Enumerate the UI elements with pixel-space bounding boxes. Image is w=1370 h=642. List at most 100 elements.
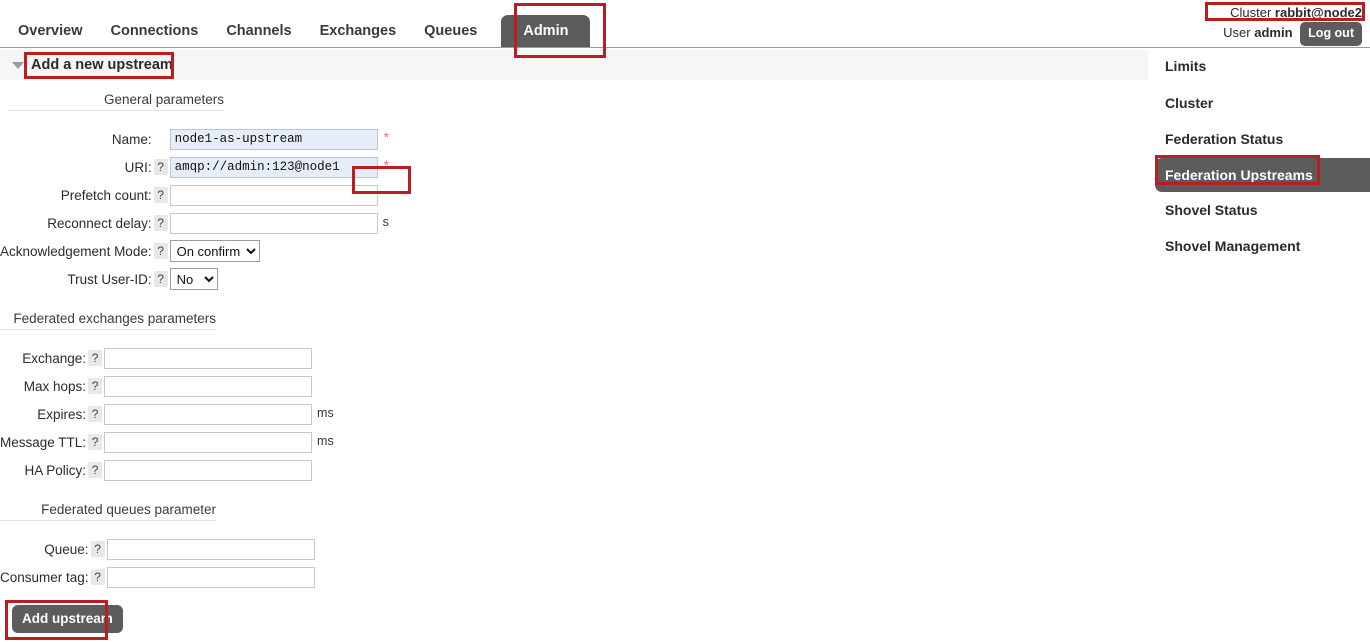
triangle-down-icon[interactable] bbox=[12, 62, 24, 69]
field-label: Name: bbox=[0, 125, 152, 153]
cluster-label: Cluster bbox=[1230, 5, 1271, 20]
required-asterisk-icon: * bbox=[378, 157, 389, 173]
nav-tab-queues[interactable]: Queues bbox=[410, 23, 491, 48]
nav-tab-connections[interactable]: Connections bbox=[97, 23, 213, 48]
help-question-icon[interactable]: ? bbox=[91, 541, 105, 557]
main-navigation: OverviewConnectionsChannelsExchangesQueu… bbox=[0, 0, 1150, 48]
field-cell bbox=[170, 181, 389, 209]
form-row: Max hops:? bbox=[0, 372, 334, 400]
field-label: Prefetch count: bbox=[0, 181, 152, 209]
field-cell: * bbox=[170, 153, 389, 181]
select-acknowledgement-mode[interactable]: On confirmOn publishNo ack bbox=[170, 240, 260, 262]
nav-divider bbox=[0, 47, 1150, 48]
input-consumer-tag[interactable] bbox=[107, 567, 315, 588]
section-title[interactable]: Add a new upstream bbox=[31, 57, 173, 73]
help-question-icon[interactable]: ? bbox=[88, 406, 102, 422]
user-info-block: Cluster rabbit@node2 User admin Log out bbox=[1223, 3, 1362, 46]
nav-tab-exchanges[interactable]: Exchanges bbox=[306, 23, 411, 48]
upstream-form: General parameters Name:*URI:?*Prefetch … bbox=[0, 92, 1148, 633]
input-message-ttl[interactable] bbox=[104, 432, 312, 453]
help-cell: ? bbox=[86, 456, 104, 484]
general-parameters-heading: General parameters bbox=[8, 92, 224, 111]
input-name[interactable] bbox=[170, 129, 378, 150]
field-label: Exchange: bbox=[0, 344, 86, 372]
nav-tab-admin[interactable]: Admin bbox=[501, 15, 590, 48]
field-label: Acknowledgement Mode: bbox=[0, 237, 152, 265]
help-question-icon[interactable]: ? bbox=[88, 350, 102, 366]
help-question-icon[interactable]: ? bbox=[88, 378, 102, 394]
sidebar-item-federation-status[interactable]: Federation Status bbox=[1150, 121, 1370, 158]
form-row: Name:* bbox=[0, 125, 389, 153]
form-row: Queue:? bbox=[0, 535, 315, 563]
sidebar-item-shovel-management[interactable]: Shovel Management bbox=[1150, 228, 1370, 265]
federated-exchanges-table: Exchange:?Max hops:?Expires:?msMessage T… bbox=[0, 344, 334, 484]
help-cell: ? bbox=[89, 535, 107, 563]
field-cell bbox=[107, 563, 315, 591]
help-question-icon[interactable]: ? bbox=[88, 434, 102, 450]
form-row: HA Policy:? bbox=[0, 456, 334, 484]
add-upstream-button[interactable]: Add upstream bbox=[12, 605, 123, 633]
add-upstream-section-header[interactable]: Add a new upstream bbox=[0, 50, 1148, 80]
help-cell: ? bbox=[86, 372, 104, 400]
page-root: OverviewConnectionsChannelsExchangesQueu… bbox=[0, 0, 1370, 642]
sidebar-item-cluster[interactable]: Cluster bbox=[1150, 85, 1370, 122]
form-row: Message TTL:?ms bbox=[0, 428, 334, 456]
nav-tab-overview[interactable]: Overview bbox=[0, 23, 97, 48]
nav-tab-channels[interactable]: Channels bbox=[212, 23, 305, 48]
help-cell: ? bbox=[86, 400, 104, 428]
form-row: Acknowledgement Mode:?On confirmOn publi… bbox=[0, 237, 389, 265]
help-cell: ? bbox=[152, 265, 170, 293]
field-label: Queue: bbox=[0, 535, 89, 563]
field-cell: ms bbox=[104, 428, 334, 456]
input-prefetch-count[interactable] bbox=[170, 185, 378, 206]
field-cell bbox=[104, 372, 334, 400]
input-exchange[interactable] bbox=[104, 348, 312, 369]
field-cell bbox=[107, 535, 315, 563]
select-trust-user-id[interactable]: NoYes bbox=[170, 268, 218, 290]
field-label: Trust User-ID: bbox=[0, 265, 152, 293]
sidebar-item-federation-upstreams[interactable]: Federation Upstreams bbox=[1155, 158, 1370, 192]
help-question-icon[interactable]: ? bbox=[154, 243, 168, 259]
help-cell: ? bbox=[152, 237, 170, 265]
cluster-row: Cluster rabbit@node2 bbox=[1223, 3, 1362, 22]
sidebar-item-shovel-status[interactable]: Shovel Status bbox=[1150, 192, 1370, 229]
help-question-icon[interactable]: ? bbox=[154, 187, 168, 203]
form-row: Trust User-ID:?NoYes bbox=[0, 265, 389, 293]
help-question-icon[interactable]: ? bbox=[154, 159, 168, 175]
help-question-icon[interactable]: ? bbox=[154, 215, 168, 231]
help-cell: ? bbox=[86, 428, 104, 456]
unit-label: s bbox=[378, 215, 389, 229]
help-question-icon[interactable]: ? bbox=[91, 569, 105, 585]
field-cell: s bbox=[170, 209, 389, 237]
input-reconnect-delay[interactable] bbox=[170, 213, 378, 234]
help-cell: ? bbox=[152, 181, 170, 209]
form-row: Reconnect delay:? s bbox=[0, 209, 389, 237]
general-parameters-table: Name:*URI:?*Prefetch count:?Reconnect de… bbox=[0, 125, 389, 293]
form-row: Expires:? ms bbox=[0, 400, 334, 428]
field-label: Consumer tag: bbox=[0, 563, 89, 591]
field-label: Reconnect delay: bbox=[0, 209, 152, 237]
field-label: HA Policy: bbox=[0, 456, 86, 484]
input-max-hops[interactable] bbox=[104, 376, 312, 397]
form-row: Prefetch count:? bbox=[0, 181, 389, 209]
field-label: Expires: bbox=[0, 400, 86, 428]
help-cell: ? bbox=[152, 153, 170, 181]
form-row: Exchange:? bbox=[0, 344, 334, 372]
input-uri[interactable] bbox=[170, 157, 378, 178]
input-expires[interactable] bbox=[104, 404, 312, 425]
field-cell bbox=[104, 344, 334, 372]
field-cell: NoYes bbox=[170, 265, 389, 293]
federated-exchanges-heading: Federated exchanges parameters bbox=[0, 311, 216, 330]
help-question-icon[interactable]: ? bbox=[154, 271, 168, 287]
form-row: Consumer tag:? bbox=[0, 563, 315, 591]
input-ha-policy[interactable] bbox=[104, 460, 312, 481]
help-cell: ? bbox=[86, 344, 104, 372]
federated-queues-heading: Federated queues parameter bbox=[0, 502, 216, 521]
input-queue[interactable] bbox=[107, 539, 315, 560]
field-label: Message TTL: bbox=[0, 428, 86, 456]
help-question-icon[interactable]: ? bbox=[88, 462, 102, 478]
unit-label: ms bbox=[312, 406, 334, 420]
help-cell: ? bbox=[152, 209, 170, 237]
sidebar-item-limits[interactable]: Limits bbox=[1150, 48, 1370, 85]
log-out-button[interactable]: Log out bbox=[1300, 22, 1362, 46]
